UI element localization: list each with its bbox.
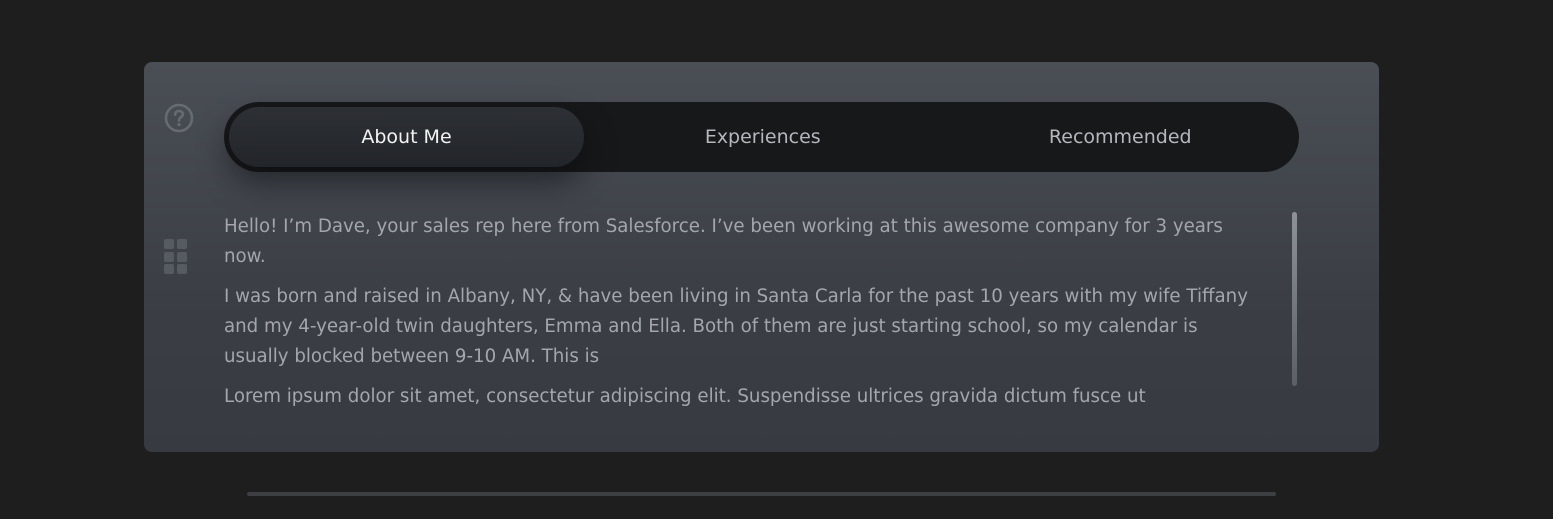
tab-experiences[interactable]: Experiences: [584, 107, 942, 167]
about-paragraph: Lorem ipsum dolor sit amet, consectetur …: [224, 386, 1146, 407]
grip-dot: [177, 239, 187, 249]
grip-dot: [164, 264, 174, 274]
tab-bar: About Me Experiences Recommended: [224, 102, 1299, 172]
grip-dot: [164, 239, 174, 249]
help-icon[interactable]: [164, 103, 194, 133]
about-content[interactable]: Hello! I’m Dave, your sales rep here fro…: [224, 212, 1259, 434]
about-paragraph: Hello! I’m Dave, your sales rep here fro…: [224, 216, 1223, 267]
about-paragraph: I was born and raised in Albany, NY, & h…: [224, 286, 1248, 367]
about-card: About Me Experiences Recommended Hello! …: [144, 62, 1379, 452]
tab-about-me[interactable]: About Me: [229, 107, 584, 167]
grip-dot: [177, 264, 187, 274]
drag-handle-icon[interactable]: [164, 239, 188, 274]
grip-dot: [177, 251, 187, 262]
content-scrollbar[interactable]: [1292, 212, 1297, 386]
bottom-divider: [247, 492, 1276, 496]
tab-recommended[interactable]: Recommended: [942, 107, 1300, 167]
grip-dot: [164, 251, 174, 262]
